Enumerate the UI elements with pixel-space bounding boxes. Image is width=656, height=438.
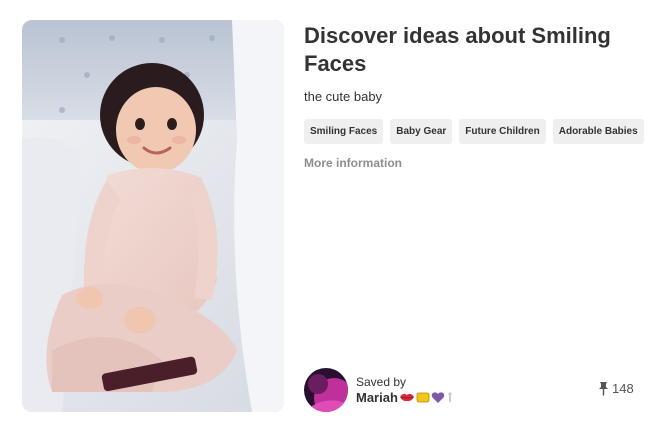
tag-adorable-babies[interactable]: Adorable Babies [552, 119, 644, 144]
saver-name[interactable]: Mariah [356, 390, 398, 405]
tag-future-children[interactable]: Future Children [459, 119, 546, 144]
repin-count-value: 148 [612, 381, 634, 396]
more-information-link[interactable]: More information [304, 156, 402, 170]
repin-count: 148 [598, 381, 634, 396]
tags-next-button[interactable] [652, 119, 656, 144]
saver-name-row: Mariah [356, 389, 454, 406]
avatar-image [304, 368, 348, 412]
saved-by-section: Saved by Mariah [304, 368, 454, 412]
sparkle-emoji-icon [448, 392, 452, 402]
pin-title: Discover ideas about Smiling Faces [304, 23, 611, 76]
baby-photo [22, 20, 284, 412]
related-tags: Smiling Faces Baby Gear Future Children … [304, 119, 656, 144]
tag-baby-gear[interactable]: Baby Gear [390, 119, 453, 144]
yellow-heart-emoji-icon [416, 392, 430, 402]
lips-emoji-icon [399, 393, 414, 402]
pin-description: the cute baby [304, 89, 383, 104]
saved-by-label: Saved by [356, 374, 407, 389]
pin-closeup: Discover ideas about Smiling Faces the c… [0, 0, 656, 438]
pin-image[interactable] [22, 20, 284, 412]
purple-heart-emoji-icon [431, 391, 445, 403]
saver-info: Saved by Mariah [356, 375, 454, 406]
tag-smiling-faces[interactable]: Smiling Faces [304, 119, 384, 144]
avatar[interactable] [304, 368, 348, 412]
pushpin-icon [599, 382, 608, 396]
